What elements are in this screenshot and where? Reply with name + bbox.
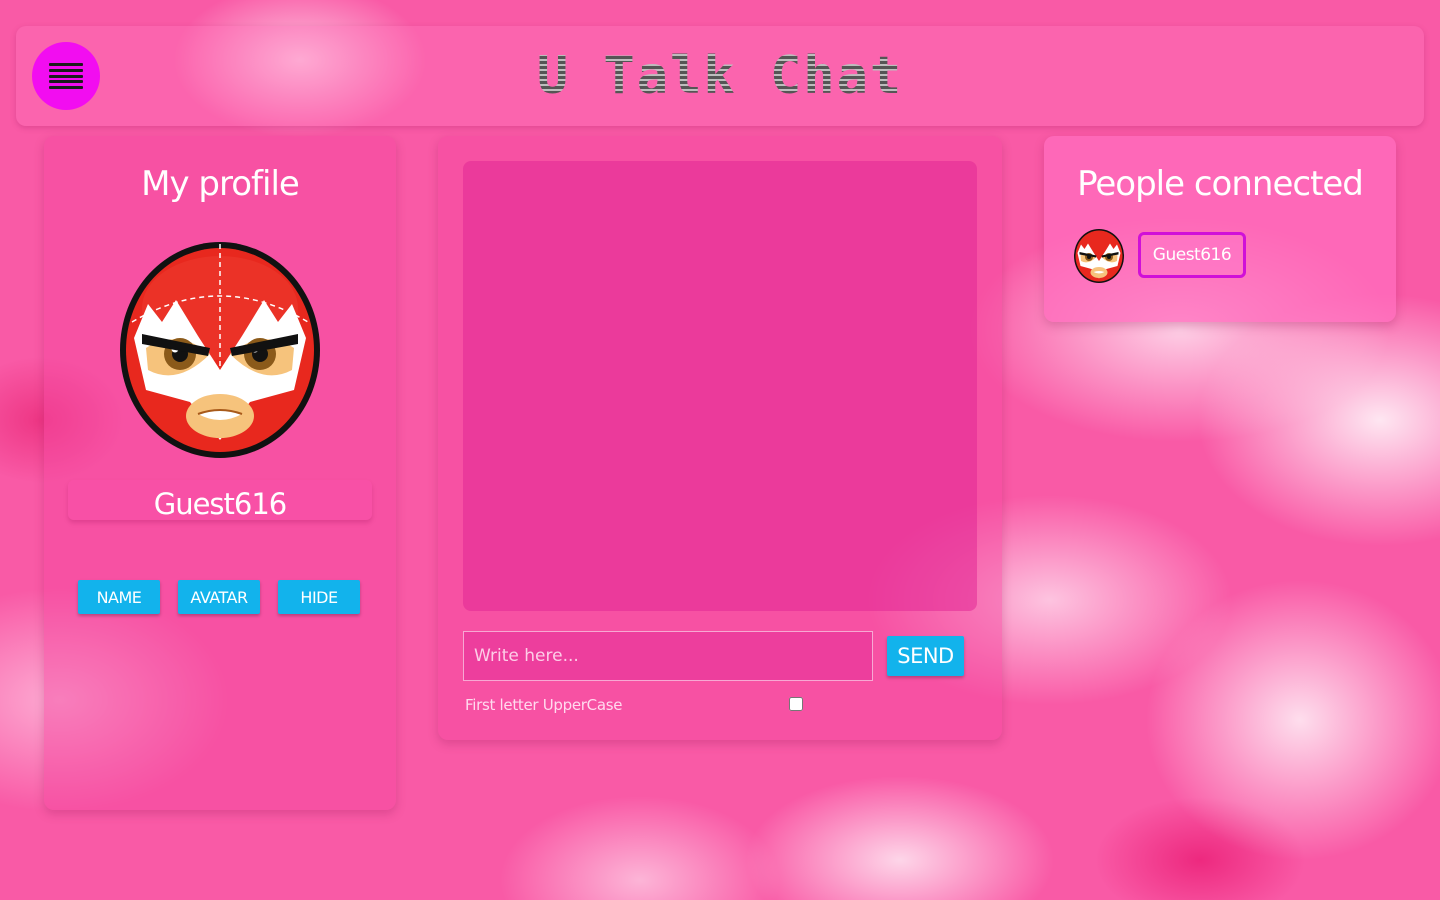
luchador-avatar-icon (120, 242, 320, 458)
change-avatar-button[interactable]: AVATAR (178, 580, 260, 614)
people-connected-title: People connected (1077, 164, 1364, 204)
uppercase-option-label: First letter UpperCase (465, 696, 623, 714)
send-button[interactable]: SEND (887, 636, 964, 676)
change-name-button[interactable]: NAME (78, 580, 160, 614)
top-header: U Talk Chat (16, 26, 1424, 126)
profile-title: My profile (141, 164, 300, 204)
messages-area[interactable] (463, 161, 977, 611)
profile-panel: My profile Guest616 NAME AVATAR HIDE (44, 136, 396, 810)
hide-button[interactable]: HIDE (278, 580, 360, 614)
chat-panel: SEND First letter UpperCase (438, 136, 1002, 740)
message-input[interactable] (463, 631, 873, 681)
people-connected-panel: People connected Guest616 (1044, 136, 1396, 322)
uppercase-checkbox[interactable] (789, 697, 803, 711)
connected-user-name[interactable]: Guest616 (1138, 232, 1246, 278)
profile-button-group: NAME AVATAR HIDE (78, 580, 360, 614)
luchador-avatar-icon (1074, 229, 1124, 283)
profile-username: Guest616 (68, 480, 372, 521)
app-title: U Talk Chat (16, 48, 1424, 104)
connected-user-row: Guest616 (1072, 226, 1246, 284)
